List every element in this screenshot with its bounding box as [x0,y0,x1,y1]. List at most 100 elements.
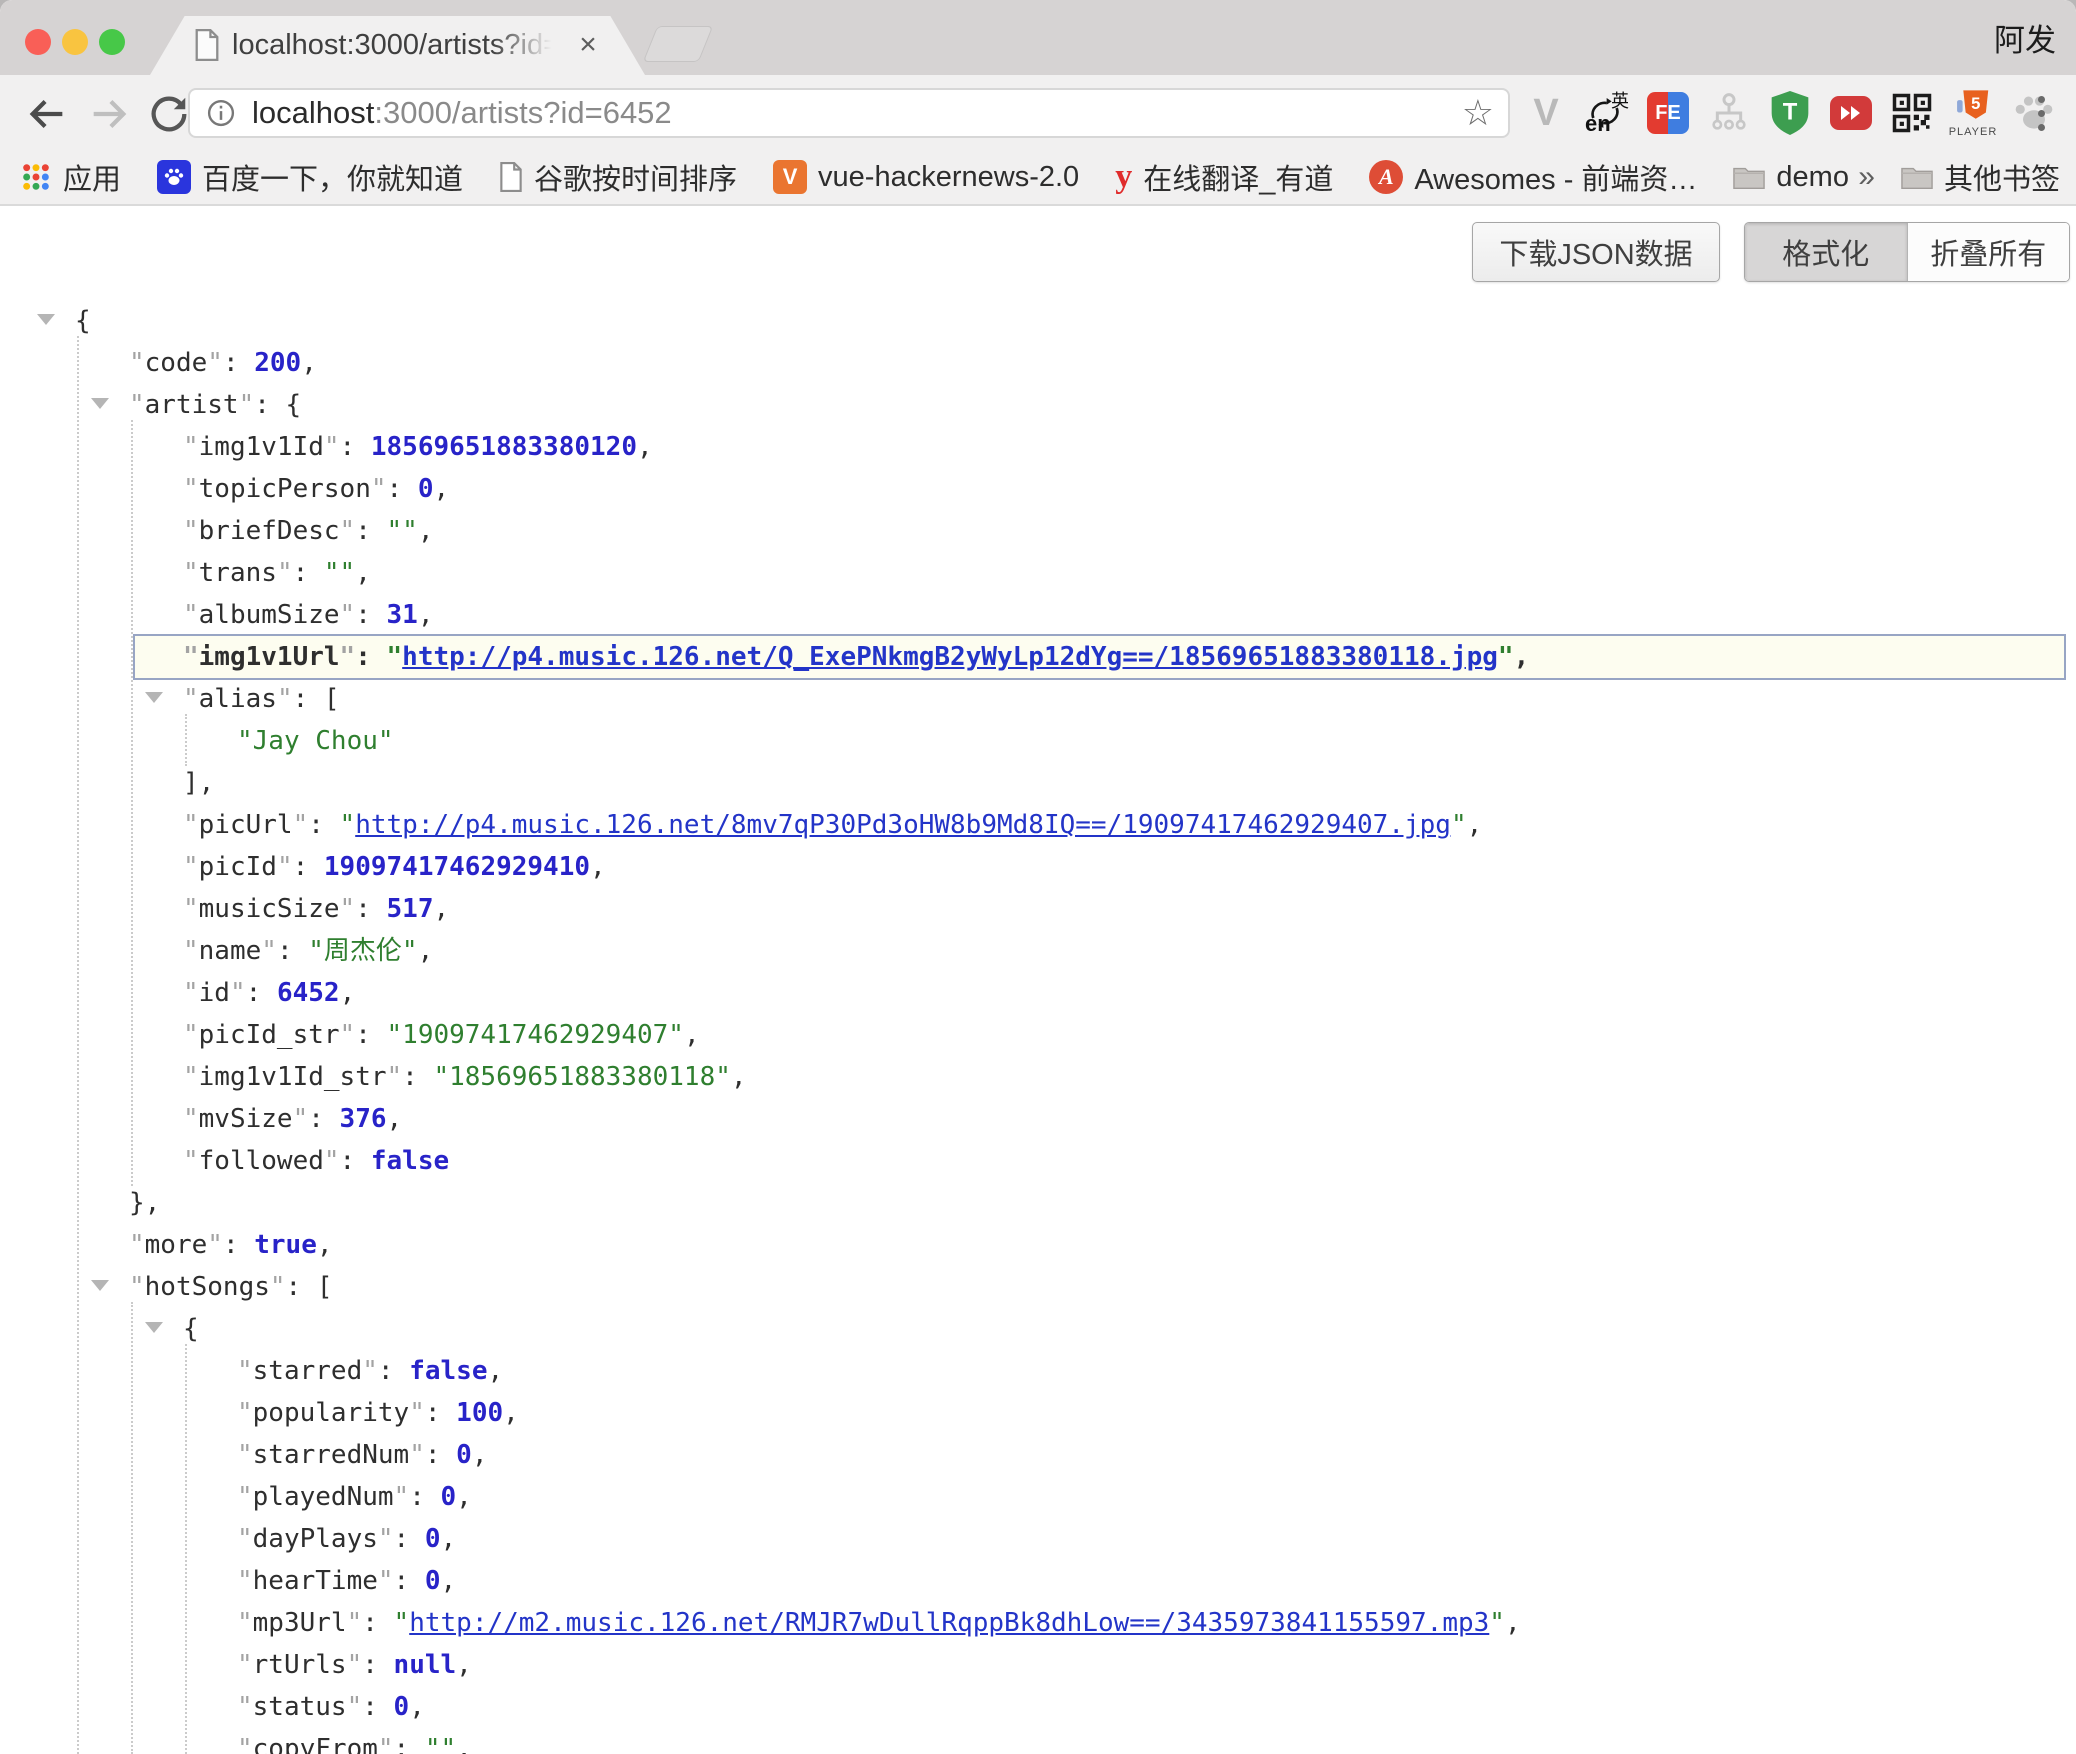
bookmark-label: 其他书签 [1944,156,2060,198]
json-line[interactable]: { [0,1308,2076,1350]
json-token: " [237,1608,253,1638]
json-line[interactable]: "img1v1Id_str": "18569651883380118", [0,1056,2076,1098]
html5-player-extension-icon[interactable]: 5 PLAYER [1951,85,1995,141]
collapse-all-button[interactable]: 折叠所有 [1907,223,2070,281]
zoom-window-button[interactable] [99,29,125,55]
json-url-link[interactable]: http://p4.music.126.net/Q_ExePNkmgB2yWyL… [402,642,1498,672]
collapse-toggle-icon[interactable] [91,1280,109,1291]
minimize-window-button[interactable] [62,29,88,55]
back-button[interactable] [24,91,70,137]
browser-menu-button[interactable] [2036,89,2046,137]
json-line[interactable]: "artist": { [0,384,2076,426]
format-button[interactable]: 格式化 [1745,223,1907,281]
json-line[interactable]: "picId": 19097417462929410, [0,846,2076,888]
json-line[interactable]: "id": 6452, [0,972,2076,1014]
json-line[interactable]: "albumSize": 31, [0,594,2076,636]
json-line[interactable]: "dayPlays": 0, [0,1518,2076,1560]
json-token: " [183,600,199,630]
json-token: " [230,978,246,1008]
json-token: , [433,474,449,504]
json-key: img1v1Id_str [199,1062,387,1092]
new-tab-button[interactable] [643,26,714,62]
vue-devtools-extension-icon[interactable]: V [1524,85,1568,141]
json-token: : [355,600,386,630]
json-line[interactable]: "popularity": 100, [0,1392,2076,1434]
json-token: " [277,852,293,882]
json-line[interactable]: "trans": "", [0,552,2076,594]
json-token: : [293,684,324,714]
json-token: , [387,1104,403,1134]
download-json-button[interactable]: 下载JSON数据 [1472,222,1720,282]
page-icon [499,162,523,192]
json-line[interactable]: "musicSize": 517, [0,888,2076,930]
json-line[interactable]: "mp3Url": "http://m2.music.126.net/RMJR7… [0,1602,2076,1644]
json-line[interactable]: "img1v1Url": "http://p4.music.126.net/Q_… [0,636,2076,678]
json-line[interactable]: "mvSize": 376, [0,1098,2076,1140]
json-close-bracket: }, [129,1188,160,1218]
json-line[interactable]: "picId_str": "19097417462929407", [0,1014,2076,1056]
json-line[interactable]: { [0,300,2076,342]
collapse-toggle-icon[interactable] [37,314,55,325]
json-token: , [441,1524,457,1554]
other-bookmarks-folder[interactable]: 其他书签 [1901,156,2060,198]
json-line[interactable]: "playedNum": 0, [0,1476,2076,1518]
json-url-link[interactable]: http://p4.music.126.net/8mv7qP30Pd3oHW8b… [355,810,1451,840]
forward-button[interactable] [86,91,132,137]
translate-extension-icon[interactable]: 英 en [1585,85,1629,141]
collapse-toggle-icon[interactable] [145,692,163,703]
json-token: " [129,348,145,378]
json-token: : [362,1608,393,1638]
json-line[interactable]: "name": "周杰伦", [0,930,2076,972]
json-token: " [371,474,387,504]
bookmark-google-sort[interactable]: 谷歌按时间排序 [499,156,737,198]
collapse-toggle-icon[interactable] [145,1322,163,1333]
reload-button[interactable] [146,91,192,137]
json-line[interactable]: "more": true, [0,1224,2076,1266]
json-line[interactable]: "rtUrls": null, [0,1644,2076,1686]
video-speed-extension-icon[interactable] [1829,85,1873,141]
json-token: , [301,348,317,378]
bookmark-apps[interactable]: 应用 [20,156,121,198]
bookmark-vue-hackernews[interactable]: V vue-hackernews-2.0 [773,160,1079,194]
page-structure-extension-icon[interactable] [1707,85,1751,141]
json-token: : [254,390,285,420]
json-line[interactable]: }, [0,1182,2076,1224]
json-line[interactable]: "Jay Chou" [0,720,2076,762]
json-line[interactable]: "briefDesc": "", [0,510,2076,552]
json-line[interactable]: "copyFrom": "", [0,1728,2076,1754]
json-line[interactable]: "starred": false, [0,1350,2076,1392]
json-url-link[interactable]: http://m2.music.126.net/RMJR7wDullRqppBk… [409,1608,1489,1638]
close-window-button[interactable] [25,29,51,55]
json-line[interactable]: "topicPerson": 0, [0,468,2076,510]
active-tab[interactable]: localhost:3000/artists?id=6452 × [150,16,645,75]
bookmark-star-icon[interactable]: ☆ [1462,90,1494,136]
profile-name[interactable]: 阿发 [1994,15,2056,60]
page-info-icon[interactable] [206,98,236,133]
address-bar[interactable]: localhost:3000/artists?id=6452 ☆ [188,88,1510,138]
fe-helper-extension-icon[interactable]: FE [1646,85,1690,141]
json-line[interactable]: "img1v1Id": 18569651883380120, [0,426,2076,468]
json-token: " [183,1062,199,1092]
json-token: " [378,1524,394,1554]
json-value: 19097417462929410 [324,852,590,882]
json-line[interactable]: "status": 0, [0,1686,2076,1728]
bookmark-awesomes[interactable]: A Awesomes - 前端资… [1369,156,1697,198]
json-line[interactable]: "hotSongs": [ [0,1266,2076,1308]
json-line[interactable]: "hearTime": 0, [0,1560,2076,1602]
tampermonkey-extension-icon[interactable]: T [1768,85,1812,141]
json-line[interactable]: ], [0,762,2076,804]
json-line[interactable]: "followed": false [0,1140,2076,1182]
collapse-toggle-icon[interactable] [91,398,109,409]
json-line[interactable]: "alias": [ [0,678,2076,720]
bookmark-label: Awesomes - 前端资… [1414,156,1697,198]
json-line[interactable]: "starredNum": 0, [0,1434,2076,1476]
bookmarks-overflow-chevron[interactable]: » [1858,160,1875,194]
qr-code-extension-icon[interactable] [1890,85,1934,141]
tab-close-icon[interactable]: × [568,16,608,75]
json-line[interactable]: "code": 200, [0,342,2076,384]
bookmark-folder-demo[interactable]: demo [1733,161,1849,194]
paw-extension-icon[interactable] [2012,85,2056,141]
bookmark-baidu[interactable]: 百度一下，你就知道 [157,156,463,198]
json-line[interactable]: "picUrl": "http://p4.music.126.net/8mv7q… [0,804,2076,846]
bookmark-youdao[interactable]: y 在线翻译_有道 [1115,156,1333,198]
